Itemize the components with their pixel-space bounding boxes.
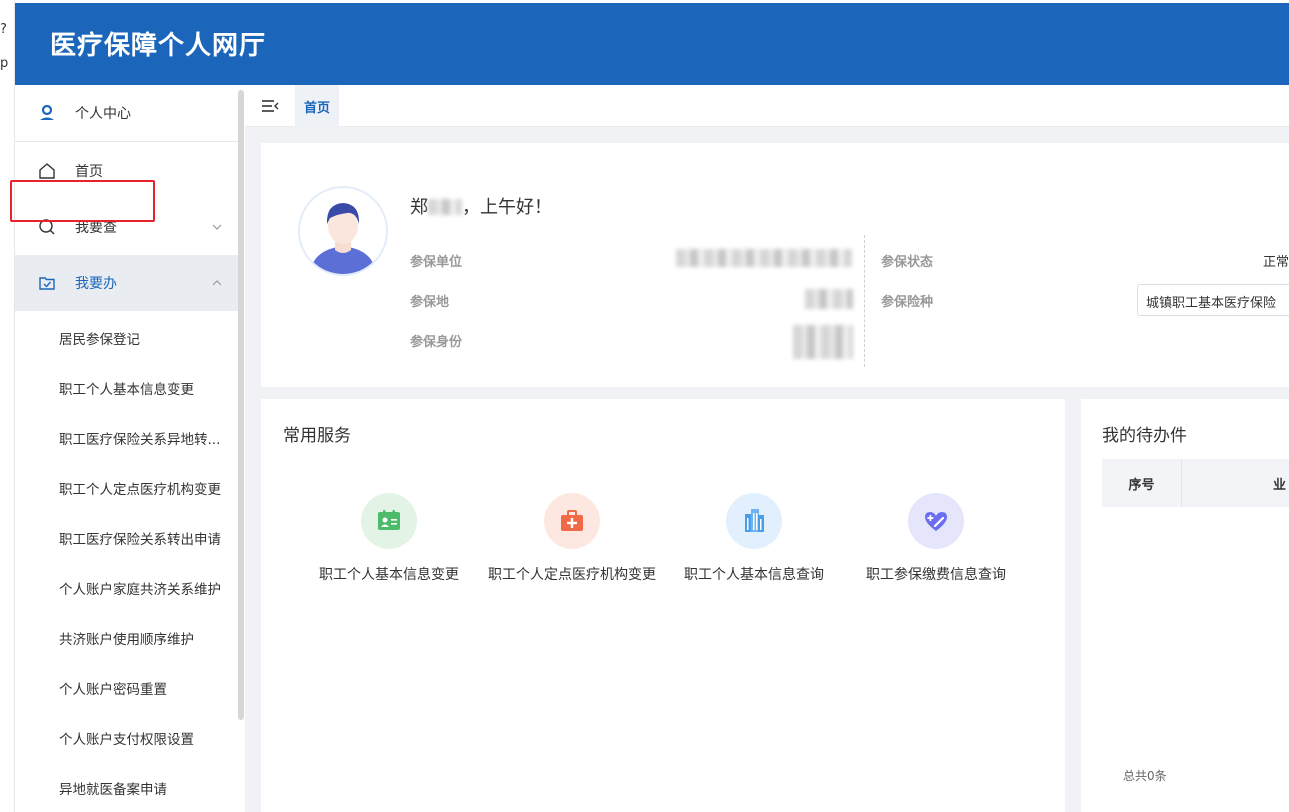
avatar	[298, 186, 388, 276]
user-name-first: 郑	[410, 197, 428, 218]
column-header-business: 业	[1273, 478, 1287, 493]
service-name: 职工个人基本信息查询	[684, 567, 824, 583]
todo-total-count: 总共0条	[1123, 769, 1167, 783]
service-icon-circle	[908, 493, 964, 549]
greeting-suffix: ，上午好！	[462, 197, 552, 218]
insurance-type-select[interactable]: 城镇职工基本医疗保险	[1137, 284, 1289, 316]
submenu-item[interactable]: 个人账户密码重置	[59, 678, 234, 698]
chevron-down-icon	[212, 224, 222, 230]
service-icon-circle	[544, 493, 600, 549]
tab-bar: 首页	[245, 85, 1289, 127]
home-icon	[39, 163, 55, 179]
annotation-highlight-box	[10, 180, 155, 222]
masked-employer-value	[676, 249, 852, 267]
person-avatar-icon	[310, 203, 376, 274]
app-title: 医疗保障个人网厅	[50, 31, 267, 61]
service-name: 职工个人基本信息变更	[319, 567, 459, 583]
service-icon-circle	[361, 493, 417, 549]
chevron-up-icon	[212, 280, 222, 286]
main-content: 郑 ，上午好！ 参保单位 参保地 参保身份 参保状态 正常 参保险种 城镇职工基本…	[245, 127, 1289, 812]
service-name: 职工参保缴费信息查询	[866, 567, 1006, 583]
service-item-payment-query[interactable]: 职工参保缴费信息查询	[846, 493, 1026, 584]
services-card: 常用服务 职工个人基本信息变更 职工个人定点医疗机构变更 职工个人基本信息查询 …	[261, 399, 1065, 812]
services-title: 常用服务	[283, 426, 351, 446]
app-header: 医疗保障个人网厅	[15, 3, 1289, 85]
submenu-item[interactable]: 个人账户支付权限设置	[59, 728, 234, 748]
building-icon	[745, 509, 764, 532]
submenu-item[interactable]: 职工医疗保险关系异地转...	[59, 428, 234, 448]
masked-identity-value	[793, 325, 853, 359]
sidebar-item-label: 我要办	[75, 276, 117, 292]
id-card-icon	[378, 510, 400, 530]
sidebar-scrollbar[interactable]	[238, 90, 244, 720]
field-label-identity: 参保身份	[410, 335, 463, 350]
profile-card: 郑 ，上午好！ 参保单位 参保地 参保身份 参保状态 正常 参保险种 城镇职工基本…	[261, 143, 1289, 387]
folder-check-icon	[39, 277, 55, 290]
service-item-basic-info-change[interactable]: 职工个人基本信息变更	[299, 493, 479, 584]
edge-glyph-2: p	[0, 56, 9, 71]
medical-kit-icon	[561, 510, 583, 531]
service-name: 职工个人定点医疗机构变更	[488, 567, 656, 583]
left-window-edge: ? p	[0, 0, 15, 812]
field-label-region: 参保地	[410, 295, 450, 310]
service-icon-circle	[726, 493, 782, 549]
submenu-item[interactable]: 职工个人定点医疗机构变更	[59, 478, 234, 498]
field-label-status: 参保状态	[881, 255, 934, 270]
tab-home[interactable]: 首页	[295, 85, 339, 127]
field-value-status: 正常	[1263, 255, 1289, 270]
sidebar-item-handle[interactable]: 我要办	[15, 255, 243, 311]
column-header-index: 序号	[1102, 459, 1182, 507]
greeting-text: 郑 ，上午好！	[410, 193, 552, 219]
info-divider	[864, 235, 865, 367]
edge-glyph-1: ?	[0, 22, 7, 37]
masked-name	[428, 199, 462, 215]
submenu-item[interactable]: 个人账户家庭共济关系维护	[59, 578, 234, 598]
user-icon	[40, 104, 54, 120]
field-label-employer: 参保单位	[410, 255, 463, 270]
service-item-basic-info-query[interactable]: 职工个人基本信息查询	[664, 493, 844, 584]
masked-region-value	[805, 289, 853, 309]
submenu-item[interactable]: 异地就医备案申请	[59, 778, 234, 798]
menu-fold-icon[interactable]	[261, 97, 279, 115]
field-label-insurance-type: 参保险种	[881, 295, 934, 310]
service-item-designated-hospital-change[interactable]: 职工个人定点医疗机构变更	[482, 493, 662, 584]
submenu-item[interactable]: 居民参保登记	[59, 328, 234, 348]
sidebar-item-label: 首页	[75, 164, 103, 180]
todo-table-header: 序号 业	[1102, 459, 1289, 507]
submenu-item[interactable]: 职工医疗保险关系转出申请	[59, 528, 234, 548]
heart-plus-icon	[925, 512, 947, 531]
todo-title: 我的待办件	[1102, 426, 1187, 446]
todo-card: 我的待办件 序号 业 总共0条	[1081, 399, 1289, 812]
submenu-item[interactable]: 共济账户使用顺序维护	[59, 628, 234, 648]
sidebar-profile-label: 个人中心	[75, 106, 131, 122]
sidebar-profile[interactable]: 个人中心	[15, 85, 243, 142]
submenu-item[interactable]: 职工个人基本信息变更	[59, 378, 234, 398]
